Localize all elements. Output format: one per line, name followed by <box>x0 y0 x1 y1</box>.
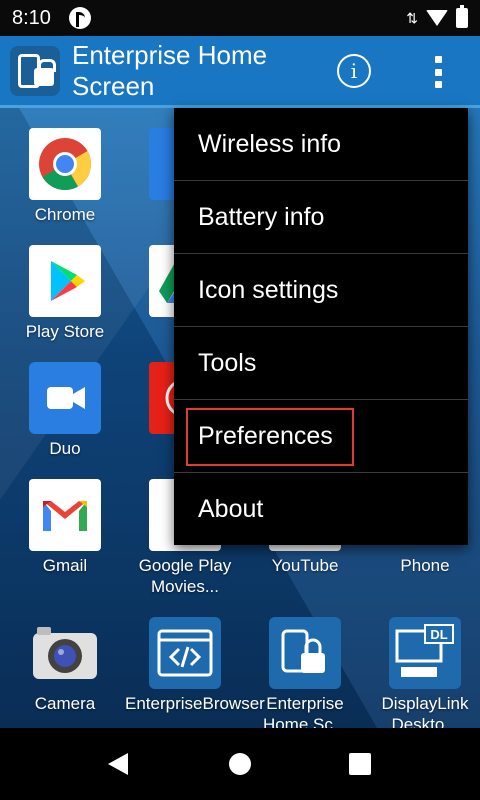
data-activity-icon: ⇅ <box>406 10 418 26</box>
displaylink-icon: DL <box>389 617 461 689</box>
back-icon[interactable] <box>108 753 128 775</box>
status-time: 8:10 <box>12 6 51 29</box>
recents-icon[interactable] <box>349 753 371 775</box>
app-bar: Enterprise Home Screen i <box>0 36 480 108</box>
app-label: YouTube <box>271 556 339 575</box>
overflow-menu-button[interactable] <box>428 56 448 88</box>
app-label: Duo <box>49 439 81 458</box>
app-title: Enterprise Home Screen <box>72 39 268 101</box>
app-enterprise-home-screen[interactable]: Enterprise Home Sc... <box>245 617 365 735</box>
app-gmail[interactable]: Gmail <box>5 479 125 576</box>
app-chrome[interactable]: Chrome <box>5 128 125 225</box>
enterprise-home-screen-icon <box>269 617 341 689</box>
enterprise-home-screen-logo-icon <box>10 45 60 96</box>
battery-icon <box>456 5 468 28</box>
menu-item-icon-settings[interactable]: Icon settings <box>174 254 468 327</box>
app-label: Camera <box>34 694 96 713</box>
menu-item-tools[interactable]: Tools <box>174 327 468 400</box>
app-label: Chrome <box>34 205 96 224</box>
app-label: Play Store <box>25 322 105 341</box>
menu-item-battery-info[interactable]: Battery info <box>174 181 468 254</box>
status-indicators: ⇅ <box>406 5 468 28</box>
info-button[interactable]: i <box>337 54 371 88</box>
wifi-icon <box>426 10 448 26</box>
app-label: Gmail <box>42 556 88 575</box>
camera-icon <box>29 617 101 689</box>
app-play-store[interactable]: Play Store <box>5 245 125 342</box>
menu-item-wireless-info[interactable]: Wireless info <box>174 108 468 181</box>
menu-item-preferences[interactable]: Preferences <box>174 400 468 473</box>
app-label: Phone <box>400 556 450 575</box>
menu-item-about[interactable]: About <box>174 473 468 546</box>
app-displaylink[interactable]: DL DisplayLink Deskto... <box>365 617 480 735</box>
enterprise-browser-icon <box>149 617 221 689</box>
overflow-menu: Wireless info Battery info Icon settings… <box>174 108 468 545</box>
app-camera[interactable]: Camera <box>5 617 125 714</box>
duo-icon <box>29 362 101 434</box>
navigation-bar <box>0 728 480 800</box>
gmail-icon <box>29 479 101 551</box>
app-enterprise-browser[interactable]: EnterpriseBrowser <box>125 617 265 714</box>
status-bar: 8:10 ⇅ <box>0 0 480 36</box>
home-icon[interactable] <box>229 753 251 775</box>
app-label: EnterpriseBrowser <box>125 694 265 713</box>
chrome-icon <box>29 128 101 200</box>
notification-icon <box>68 7 91 29</box>
highlight-box <box>186 408 354 466</box>
app-label: Google Play Movies... <box>138 556 232 596</box>
play-store-icon <box>29 245 101 317</box>
displaylink-logo-text: DL <box>430 627 447 642</box>
app-duo[interactable]: Duo <box>5 362 125 459</box>
